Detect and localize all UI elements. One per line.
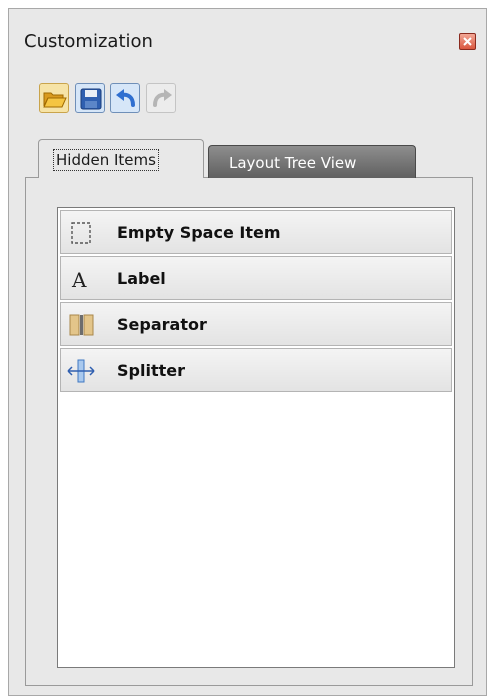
window-title: Customization <box>24 31 153 52</box>
close-icon <box>463 37 472 46</box>
label-icon: A <box>71 268 87 292</box>
title-bar: Customization <box>9 9 486 69</box>
list-item-label: Empty Space Item <box>117 223 281 242</box>
tab-hidden-items[interactable]: Hidden Items <box>38 139 204 179</box>
redo-button[interactable] <box>146 83 176 113</box>
close-button[interactable] <box>459 33 476 50</box>
save-icon <box>80 88 102 110</box>
list-item-label: Separator <box>117 315 207 334</box>
empty-space-icon <box>71 222 91 244</box>
splitter-icon <box>67 359 95 383</box>
list-item-separator[interactable]: Separator <box>60 302 452 346</box>
undo-icon <box>116 89 135 107</box>
redo-icon <box>153 89 172 107</box>
folder-open-icon <box>43 92 67 108</box>
tab-layout-tree-view-label: Layout Tree View <box>229 154 357 172</box>
customization-panel: Customization Hidden Items Layout Tree V… <box>8 8 487 696</box>
tab-layout-tree-view[interactable]: Layout Tree View <box>208 145 416 179</box>
tab-hidden-items-label: Hidden Items <box>53 149 159 171</box>
list-item-label: Label <box>117 269 166 288</box>
open-button[interactable] <box>39 83 69 113</box>
list-item-splitter[interactable]: Splitter <box>60 348 452 392</box>
list-item-empty-space-item[interactable]: Empty Space Item <box>60 210 452 254</box>
list-item-label: Splitter <box>117 361 185 380</box>
list-item-label-item[interactable]: A Label <box>60 256 452 300</box>
separator-icon <box>69 314 94 336</box>
hidden-items-list[interactable]: Empty Space Item A Label Separator Split… <box>57 207 455 668</box>
svg-text:A: A <box>71 268 87 292</box>
undo-button[interactable] <box>110 83 140 113</box>
save-button[interactable] <box>75 83 105 113</box>
